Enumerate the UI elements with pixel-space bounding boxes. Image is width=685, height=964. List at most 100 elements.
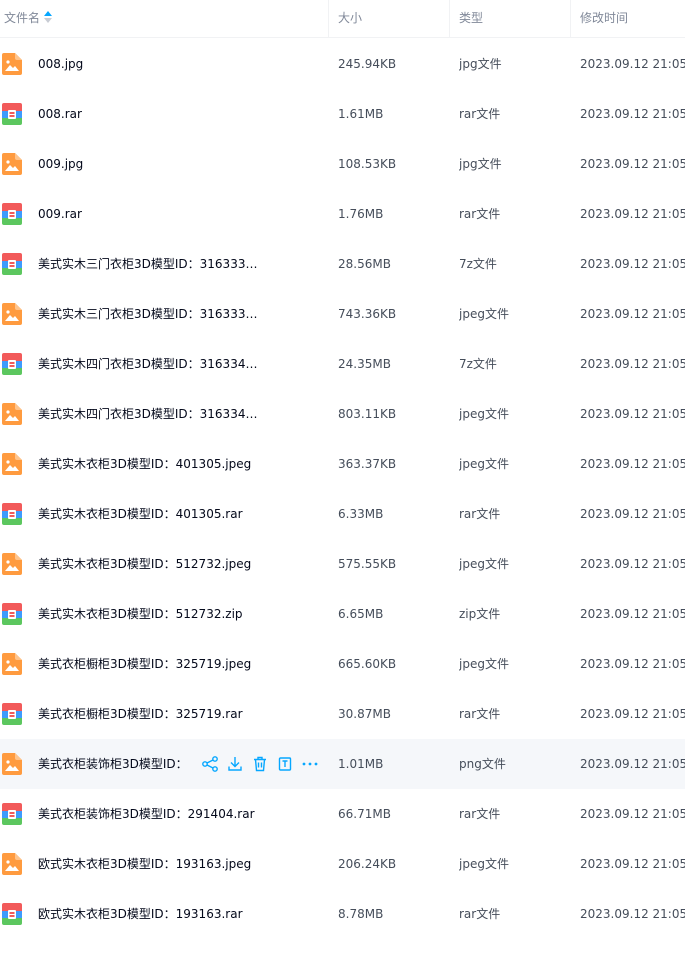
share-icon[interactable] xyxy=(200,754,220,774)
file-row[interactable]: 008.jpg 245.94KB jpg文件 2023.09.12 21:05 xyxy=(0,39,685,89)
file-name[interactable]: 009.jpg xyxy=(38,139,258,189)
file-type: rar文件 xyxy=(459,907,501,921)
file-type: rar文件 xyxy=(459,807,501,821)
file-name[interactable]: 美式衣柜橱柜3D模型ID：325719.jpeg xyxy=(38,639,258,689)
file-name[interactable]: 美式实木衣柜3D模型ID：401305.rar xyxy=(38,489,258,539)
file-modified: 2023.09.12 21:05 xyxy=(580,507,685,521)
column-header-size-label: 大小 xyxy=(338,11,363,25)
file-modified: 2023.09.12 21:05 xyxy=(580,907,685,921)
file-size: 245.94KB xyxy=(338,57,397,71)
file-size: 1.01MB xyxy=(338,757,384,771)
file-name[interactable]: 美式实木四门衣柜3D模型ID：316334.j... xyxy=(38,389,258,439)
file-name[interactable]: 美式实木衣柜3D模型ID：512732.zip xyxy=(38,589,258,639)
file-name[interactable]: 美式衣柜装饰柜3D模型ID：29 xyxy=(38,739,184,789)
column-header-size[interactable]: 大小 xyxy=(328,0,448,37)
file-modified: 2023.09.12 21:05 xyxy=(580,307,685,321)
file-name[interactable]: 欧式实木衣柜3D模型ID：193163.rar xyxy=(38,889,258,939)
archive-file-icon xyxy=(2,503,22,525)
file-name[interactable]: 美式实木三门衣柜3D模型ID：316333.j... xyxy=(38,289,258,339)
file-name[interactable]: 美式实木四门衣柜3D模型ID：316334.7z xyxy=(38,339,258,389)
file-modified: 2023.09.12 21:05 xyxy=(580,857,685,871)
image-file-icon xyxy=(2,303,22,325)
file-modified: 2023.09.12 21:05 xyxy=(580,557,685,571)
file-type: 7z文件 xyxy=(459,357,497,371)
file-type: jpeg文件 xyxy=(459,307,509,321)
file-type: jpg文件 xyxy=(459,57,502,71)
file-name[interactable]: 欧式实木衣柜3D模型ID：193163.jpeg xyxy=(38,839,258,889)
file-name[interactable]: 美式衣柜橱柜3D模型ID：325719.rar xyxy=(38,689,258,739)
archive-file-icon xyxy=(2,103,22,125)
file-modified: 2023.09.12 21:05 xyxy=(580,107,685,121)
file-row[interactable]: 美式实木三门衣柜3D模型ID：316333.7z 28.56MB 7z文件 2023.… xyxy=(0,239,685,289)
file-size: 28.56MB xyxy=(338,257,391,271)
file-type: 7z文件 xyxy=(459,257,497,271)
column-header-modified[interactable]: 修改时间 xyxy=(570,0,685,37)
delete-icon[interactable] xyxy=(250,754,270,774)
file-row[interactable]: 美式衣柜装饰柜3D模型ID：291404.rar 66.71MB rar文件 2023… xyxy=(0,789,685,839)
column-header-type[interactable]: 类型 xyxy=(449,0,569,37)
file-name[interactable]: 008.rar xyxy=(38,89,258,139)
image-file-icon xyxy=(2,553,22,575)
file-modified: 2023.09.12 21:05 xyxy=(580,607,685,621)
file-name[interactable]: 008.jpg xyxy=(38,39,258,89)
image-file-icon xyxy=(2,403,22,425)
file-row[interactable]: 美式衣柜装饰柜3D模型ID：29 1.01MB png文件 2023.09.12 21… xyxy=(0,739,685,789)
file-size: 1.76MB xyxy=(338,207,384,221)
file-size: 6.33MB xyxy=(338,507,384,521)
file-list-header: 文件名 大小 类型 修改时间 xyxy=(0,0,685,38)
file-size: 108.53KB xyxy=(338,157,397,171)
file-modified: 2023.09.12 21:05 xyxy=(580,657,685,671)
file-type: jpeg文件 xyxy=(459,407,509,421)
file-name[interactable]: 美式实木衣柜3D模型ID：512732.jpeg xyxy=(38,539,258,589)
file-modified: 2023.09.12 21:05 xyxy=(580,357,685,371)
file-type: rar文件 xyxy=(459,207,501,221)
file-type: rar文件 xyxy=(459,107,501,121)
file-size: 665.60KB xyxy=(338,657,397,671)
file-size: 24.35MB xyxy=(338,357,391,371)
file-type: jpeg文件 xyxy=(459,457,509,471)
file-modified: 2023.09.12 21:05 xyxy=(580,757,685,771)
file-name[interactable]: 美式实木衣柜3D模型ID：401305.jpeg xyxy=(38,439,258,489)
file-modified: 2023.09.12 21:05 xyxy=(580,57,685,71)
file-size: 206.24KB xyxy=(338,857,397,871)
rename-icon[interactable] xyxy=(275,754,295,774)
file-size: 575.55KB xyxy=(338,557,397,571)
file-row[interactable]: 美式实木衣柜3D模型ID：512732.jpeg 575.55KB jpeg文件 20… xyxy=(0,539,685,589)
archive-file-icon xyxy=(2,803,22,825)
file-type: jpeg文件 xyxy=(459,857,509,871)
file-size: 6.65MB xyxy=(338,607,384,621)
file-row[interactable]: 欧式实木衣柜3D模型ID：193163.jpeg 206.24KB jpeg文件 20… xyxy=(0,839,685,889)
file-type: rar文件 xyxy=(459,507,501,521)
more-icon[interactable] xyxy=(300,754,320,774)
file-name[interactable]: 美式实木三门衣柜3D模型ID：316333.7z xyxy=(38,239,258,289)
file-row[interactable]: 美式实木四门衣柜3D模型ID：316334.j... 803.11KB jpeg文件… xyxy=(0,389,685,439)
file-row[interactable]: 美式实木衣柜3D模型ID：401305.jpeg 363.37KB jpeg文件 20… xyxy=(0,439,685,489)
file-list: 008.jpg 245.94KB jpg文件 2023.09.12 21:05 008.… xyxy=(0,39,685,939)
file-row[interactable]: 美式实木四门衣柜3D模型ID：316334.7z 24.35MB 7z文件 2023.… xyxy=(0,339,685,389)
file-modified: 2023.09.12 21:05 xyxy=(580,407,685,421)
file-row[interactable]: 美式衣柜橱柜3D模型ID：325719.jpeg 665.60KB jpeg文件 20… xyxy=(0,639,685,689)
file-row[interactable]: 美式衣柜橱柜3D模型ID：325719.rar 30.87MB rar文件 2023.… xyxy=(0,689,685,739)
image-file-icon xyxy=(2,453,22,475)
file-size: 30.87MB xyxy=(338,707,391,721)
file-modified: 2023.09.12 21:05 xyxy=(580,707,685,721)
file-name[interactable]: 美式衣柜装饰柜3D模型ID：291404.rar xyxy=(38,789,258,839)
download-icon[interactable] xyxy=(225,754,245,774)
image-file-icon xyxy=(2,153,22,175)
file-name[interactable]: 009.rar xyxy=(38,189,258,239)
column-header-name[interactable]: 文件名 xyxy=(4,0,324,37)
file-row[interactable]: 009.jpg 108.53KB jpg文件 2023.09.12 21:05 xyxy=(0,139,685,189)
file-row[interactable]: 欧式实木衣柜3D模型ID：193163.rar 8.78MB rar文件 2023.0… xyxy=(0,889,685,939)
file-row[interactable]: 009.rar 1.76MB rar文件 2023.09.12 21:05 xyxy=(0,189,685,239)
archive-file-icon xyxy=(2,603,22,625)
file-row[interactable]: 美式实木衣柜3D模型ID：401305.rar 6.33MB rar文件 2023.0… xyxy=(0,489,685,539)
column-header-type-label: 类型 xyxy=(459,11,484,25)
image-file-icon xyxy=(2,53,22,75)
file-size: 1.61MB xyxy=(338,107,384,121)
file-row[interactable]: 美式实木三门衣柜3D模型ID：316333.j... 743.36KB jpeg文件… xyxy=(0,289,685,339)
sort-icon[interactable] xyxy=(44,10,53,23)
file-modified: 2023.09.12 21:05 xyxy=(580,257,685,271)
image-file-icon xyxy=(2,753,22,775)
file-row[interactable]: 008.rar 1.61MB rar文件 2023.09.12 21:05 xyxy=(0,89,685,139)
file-row[interactable]: 美式实木衣柜3D模型ID：512732.zip 6.65MB zip文件 2023.0… xyxy=(0,589,685,639)
